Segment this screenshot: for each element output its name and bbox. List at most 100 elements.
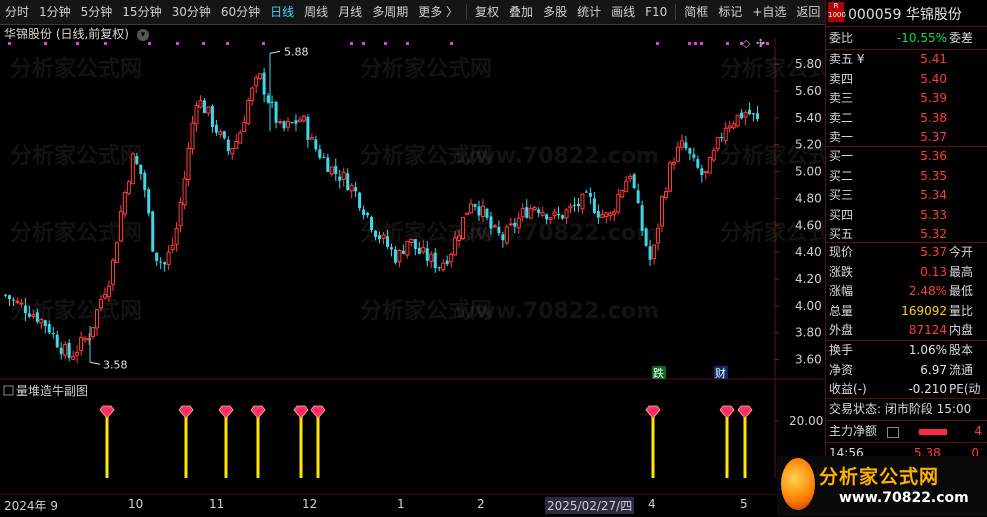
gem-signal-icon [178, 405, 194, 419]
toolbar-item-12[interactable]: 叠加 [504, 0, 538, 24]
candle-body [258, 73, 263, 80]
toolbar-item-2[interactable]: 5分钟 [76, 0, 118, 24]
stat-row-label: 现价 [829, 245, 854, 259]
candle-body [182, 178, 187, 206]
sell-row-label: 卖五 ¥ [829, 52, 865, 66]
event-dot [202, 42, 205, 45]
event-dot [176, 42, 179, 45]
buy-row-value: 5.33 [920, 207, 947, 222]
price-axis-label: 4.40 [795, 245, 822, 259]
candle-body [122, 192, 127, 215]
candle-body [700, 168, 704, 175]
time-axis-label: 2025/02/27/四 [545, 497, 635, 514]
event-dot [450, 42, 453, 45]
candle-body [23, 305, 27, 314]
candle-body [592, 198, 596, 213]
event-dot [226, 42, 229, 45]
candle-body [652, 244, 657, 260]
stat-row: 现价 5.37 今开 [829, 243, 985, 262]
buy-row: 买四 5.33 [829, 206, 985, 225]
candle-body [385, 236, 389, 247]
time-axis-label: 2024年 9 [4, 499, 58, 513]
toolbar-item-18[interactable]: 标记 [713, 0, 747, 24]
stat2-row-right-label: 股本 [949, 343, 974, 357]
candle-body [568, 205, 573, 209]
toolbar-item-8[interactable]: 月线 [333, 0, 367, 24]
time-axis-label: 5 [740, 497, 748, 511]
candle-body [667, 162, 672, 192]
toolbar-item-6[interactable]: 日线 [265, 0, 299, 24]
event-dot [104, 42, 107, 45]
toolbar-item-4[interactable]: 30分钟 [167, 0, 216, 24]
candle-body [715, 137, 720, 150]
candle-body [159, 261, 163, 263]
kline-chart[interactable]: 5.805.605.405.205.004.804.604.404.204.00… [0, 38, 825, 478]
toolbar-item-17[interactable]: 简框 [679, 0, 713, 24]
toolbar-item-11[interactable]: 复权 [470, 0, 504, 24]
main-flow-label: 主力净额 [829, 424, 878, 438]
toolbar-item-19[interactable]: +自选 [747, 0, 791, 24]
stat2-row-label: 收益(-) [829, 382, 867, 396]
price-axis-label: 4.20 [795, 272, 822, 286]
toolbar-item-16[interactable]: F10 [640, 0, 672, 24]
price-axis-label: 4.00 [795, 299, 822, 313]
candle-body [27, 313, 31, 317]
diamond-icon: ◇ [742, 38, 751, 50]
toolbar-item-1[interactable]: 1分钟 [34, 0, 76, 24]
toolbar-item-0[interactable]: 分时 [0, 0, 34, 24]
candle-body [397, 250, 402, 263]
candle-body [35, 312, 39, 322]
candle-body [537, 209, 541, 214]
toolbar-item-7[interactable]: 周线 [299, 0, 333, 24]
candle-body [218, 131, 223, 135]
candle-body [242, 121, 247, 133]
toolbar-item-9[interactable]: 多周期 [367, 0, 413, 24]
logo-url: www.70822.com [839, 490, 969, 506]
candle-body [4, 294, 7, 296]
signal-bar [725, 416, 729, 478]
candle-body [79, 336, 84, 351]
candle-body [532, 207, 537, 211]
toolbar-item-20[interactable]: 返回 [791, 0, 825, 24]
toolbar-item-13[interactable]: 多股 [538, 0, 572, 24]
buy-row-label: 买一 [829, 149, 854, 163]
candle-body [437, 267, 441, 269]
toolbar-item-14[interactable]: 统计 [572, 0, 606, 24]
signal-bar [651, 416, 655, 478]
candle-body [497, 226, 501, 234]
candle-body [55, 334, 59, 348]
event-dot [406, 42, 409, 45]
candle-body [318, 149, 322, 158]
candle-body [727, 125, 732, 129]
event-label-fall: 跌 [653, 366, 664, 380]
buy-row-value: 5.35 [920, 168, 947, 183]
gem-signal-icon [645, 405, 661, 419]
sub-axis-label: 20.00 [789, 414, 823, 428]
candle-body [174, 227, 179, 245]
list-icon[interactable] [887, 427, 899, 438]
toolbar-item-10[interactable]: 更多 〉 [413, 0, 463, 24]
toolbar-item-15[interactable]: 画线 [606, 0, 640, 24]
candle-body [525, 207, 529, 218]
sell-row-value: 5.41 [920, 52, 947, 66]
toolbar-item-5[interactable]: 60分钟 [216, 0, 265, 24]
event-dot [44, 42, 47, 45]
candle-body [166, 251, 171, 265]
candle-body [306, 117, 310, 140]
candle-body [170, 244, 175, 251]
event-dot [656, 42, 659, 45]
high-pointer [269, 50, 281, 54]
stat2-row: 收益(-) -0.210 PE(动 [829, 380, 985, 399]
sell-row: 卖一 5.37 [829, 128, 985, 147]
toolbar-item-3[interactable]: 15分钟 [117, 0, 166, 24]
candle-body [453, 237, 458, 256]
candle-body [723, 127, 728, 142]
candle-body [389, 247, 393, 250]
event-dot [726, 42, 729, 45]
stat-row-value: 87124 [908, 323, 947, 337]
candle-body [679, 140, 684, 148]
time-axis-label: 11 [209, 497, 225, 511]
sell-row-label: 卖二 [829, 110, 854, 125]
price-axis-label: 5.40 [795, 111, 822, 125]
candle-body [608, 212, 613, 217]
